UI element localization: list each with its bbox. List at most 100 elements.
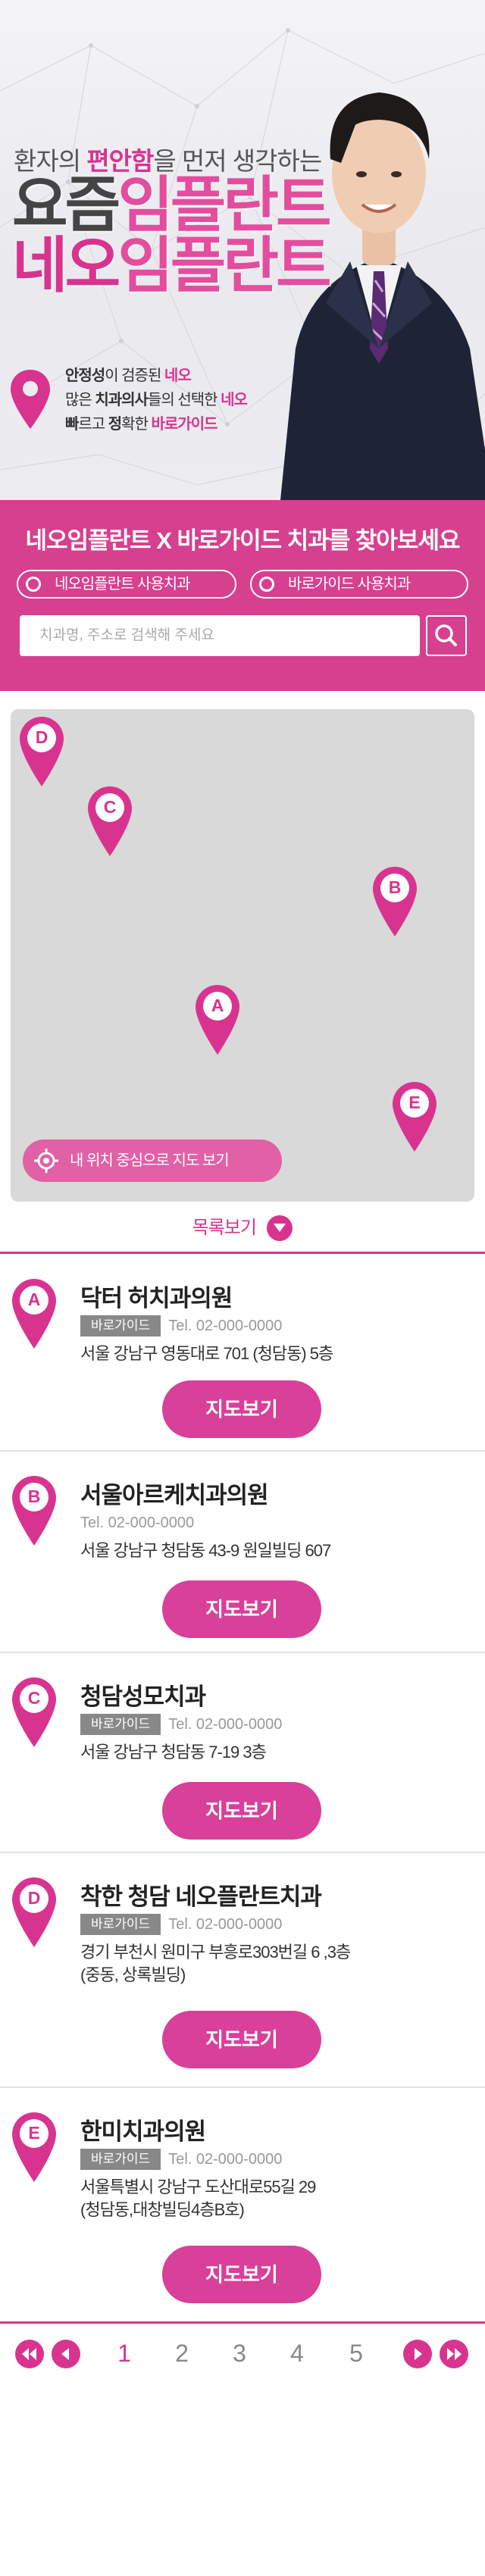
clinic-pin: D xyxy=(11,1876,58,1949)
divider xyxy=(0,2321,485,2324)
view-map-button[interactable]: 지도보기 xyxy=(162,1380,321,1438)
clinic-address: 서울 강남구 청담동 43-9 원일빌딩 607 xyxy=(80,1541,331,1560)
map-area[interactable]: D C B A E 내 위치 중심으로 지도 보기 xyxy=(11,709,474,1202)
map-pin-a[interactable]: A xyxy=(194,983,241,1056)
clinic-tel: Tel. 02-000-0000 xyxy=(80,1515,195,1531)
map-pin-icon xyxy=(12,1476,56,1546)
hero-point: 빠르고 정확한 바로가이드 xyxy=(65,416,218,433)
clinic-name: 닥터 허치과의원 xyxy=(80,1285,233,1311)
view-map-button[interactable]: 지도보기 xyxy=(162,1782,321,1840)
clinic-item-b: B 서울아르케치과의원 Tel. 02-000-0000 서울 강남구 청담동 … xyxy=(0,1452,485,1653)
map-pin-label: A xyxy=(211,996,224,1015)
hero-headline-line2: 네오임플란트 xyxy=(12,232,332,299)
clinic-pin-label: C xyxy=(27,1688,41,1708)
map-pin-icon xyxy=(12,2112,56,2182)
hero-banner: 환자의 편안함을 먼저 생각하는 요즘임플란트 네오임플란트 안정성이 검증된 … xyxy=(0,0,485,500)
search-title: 네오임플란트 X 바로가이드 치과를 찾아보세요 xyxy=(25,527,460,554)
clinic-name: 서울아르케치과의원 xyxy=(80,1482,269,1508)
clinic-pin-label: B xyxy=(27,1487,41,1506)
double-chevron-left-icon xyxy=(22,2348,36,2360)
locate-me-label: 내 위치 중심으로 지도 보기 xyxy=(70,1152,230,1169)
locate-me-button[interactable]: 내 위치 중심으로 지도 보기 xyxy=(23,1140,282,1182)
list-toggle-label: 목록보기 xyxy=(192,1218,257,1238)
page-2[interactable]: 2 xyxy=(167,2338,197,2368)
search-button[interactable] xyxy=(426,615,467,656)
clinic-pin-label: E xyxy=(28,2123,40,2143)
clinic-meta: 바로가이드 Tel. 02-000-0000 xyxy=(80,1315,282,1336)
clinic-item-c: C 청담성모치과 바로가이드 Tel. 02-000-0000 서울 강남구 청담… xyxy=(0,1653,485,1853)
double-chevron-right-icon xyxy=(447,2348,462,2360)
clinic-pin-label: A xyxy=(27,1290,41,1309)
crosshair-icon xyxy=(34,1149,58,1173)
baro-guide-badge: 바로가이드 xyxy=(80,2149,161,2170)
clinic-address: 서울 강남구 영동대로 701 (청담동) 5층 xyxy=(80,1344,333,1363)
clinic-address: 경기 부천시 원미구 부흥로303번길 6 ,3층 (중동, 상록빌딩) xyxy=(80,1943,351,1984)
clinic-name: 착한 청담 네오플란트치과 xyxy=(80,1884,322,1910)
hero-point: 많은 치과의사들의 선택한 네오 xyxy=(65,392,248,408)
map-pin-label: E xyxy=(408,1093,421,1112)
divider xyxy=(0,1252,485,1254)
map-pin-icon xyxy=(88,786,132,856)
clinic-meta: Tel. 02-000-0000 xyxy=(80,1512,194,1533)
search-icon xyxy=(435,624,457,646)
map-pin-icon xyxy=(20,717,64,786)
clinic-tel: Tel. 02-000-0000 xyxy=(168,2151,283,2168)
chevron-left-icon xyxy=(61,2348,69,2360)
radio-dot xyxy=(26,577,41,592)
hero-headline-line1: 요즘임플란트 xyxy=(12,171,332,239)
page: 환자의 편안함을 먼저 생각하는 요즘임플란트 네오임플란트 안정성이 검증된 … xyxy=(0,0,485,2576)
map-pin-e[interactable]: E xyxy=(391,1080,438,1153)
radio-label: 네오임플란트 사용치과 xyxy=(55,576,191,592)
clinic-pin-label: D xyxy=(27,1888,41,1908)
map-pin-c[interactable]: C xyxy=(86,785,133,858)
clinic-name: 청담성모치과 xyxy=(80,1683,206,1710)
page-1[interactable]: 1 xyxy=(109,2338,139,2368)
map-pin-label: D xyxy=(35,727,48,747)
clinic-tel: Tel. 02-000-0000 xyxy=(168,1716,283,1733)
map-pin-b[interactable]: B xyxy=(371,865,418,938)
radio-neo-implant[interactable]: 네오임플란트 사용치과 xyxy=(17,570,236,599)
baro-guide-badge: 바로가이드 xyxy=(80,1914,161,1935)
clinic-pin: A xyxy=(11,1277,58,1350)
clinic-item-d: D 착한 청담 네오플란트치과 바로가이드 Tel. 02-000-0000 경기… xyxy=(0,1853,485,2088)
view-map-button[interactable]: 지도보기 xyxy=(162,2011,321,2068)
page-3[interactable]: 3 xyxy=(224,2338,255,2368)
clinic-pin: E xyxy=(11,2111,58,2184)
clinic-pin: B xyxy=(11,1474,58,1547)
pagination: 1 2 3 4 5 xyxy=(0,2335,485,2373)
map-pin-icon xyxy=(373,867,417,936)
map-pin-d[interactable]: D xyxy=(18,715,65,788)
clinic-meta: 바로가이드 Tel. 02-000-0000 xyxy=(80,2149,282,2170)
clinic-item-e: E 한미치과의원 바로가이드 Tel. 02-000-0000 서울특별시 강남구… xyxy=(0,2088,485,2320)
clinic-meta: 바로가이드 Tel. 02-000-0000 xyxy=(80,1714,282,1735)
clinic-address: 서울특별시 강남구 도산대로55길 29 (청담동,대창빌딩4층B호) xyxy=(80,2177,316,2219)
baro-guide-badge: 바로가이드 xyxy=(80,1714,161,1735)
map-pin-icon xyxy=(196,985,239,1055)
page-5[interactable]: 5 xyxy=(341,2338,371,2368)
prev-page-button[interactable] xyxy=(52,2340,80,2368)
clinic-meta: 바로가이드 Tel. 02-000-0000 xyxy=(80,1914,282,1935)
search-input[interactable] xyxy=(20,615,420,656)
next-page-button[interactable] xyxy=(403,2340,432,2368)
page-4[interactable]: 4 xyxy=(282,2338,312,2368)
first-page-button[interactable] xyxy=(15,2340,44,2368)
clinic-address: 서울 강남구 청담동 7-19 3층 xyxy=(80,1743,267,1762)
search-section: 네오임플란트 X 바로가이드 치과를 찾아보세요 네오임플란트 사용치과 바로가… xyxy=(0,500,485,691)
chevron-right-icon xyxy=(415,2348,422,2360)
view-map-button[interactable]: 지도보기 xyxy=(162,2246,321,2303)
radio-dot xyxy=(259,577,274,592)
radio-label: 바로가이드 사용치과 xyxy=(288,576,411,592)
map-pin-icon xyxy=(393,1082,436,1152)
hero-points: 안정성이 검증된 네오 많은 치과의사들의 선택한 네오 빠르고 정확한 바로가… xyxy=(65,364,248,436)
view-map-button[interactable]: 지도보기 xyxy=(162,1580,321,1638)
clinic-pin: C xyxy=(11,1676,58,1749)
map-pin-icon xyxy=(12,1677,56,1747)
clinic-tel: Tel. 02-000-0000 xyxy=(168,1916,283,1933)
clinic-item-a: A 닥터 허치과의원 바로가이드 Tel. 02-000-0000 서울 강남구 … xyxy=(0,1255,485,1452)
hero-point: 안정성이 검증된 네오 xyxy=(65,367,192,384)
baro-guide-badge: 바로가이드 xyxy=(80,1315,161,1336)
last-page-button[interactable] xyxy=(440,2340,468,2368)
list-toggle[interactable]: 목록보기 xyxy=(0,1209,485,1247)
chevron-down-icon xyxy=(267,1215,293,1241)
radio-baro-guide[interactable]: 바로가이드 사용치과 xyxy=(250,570,468,599)
